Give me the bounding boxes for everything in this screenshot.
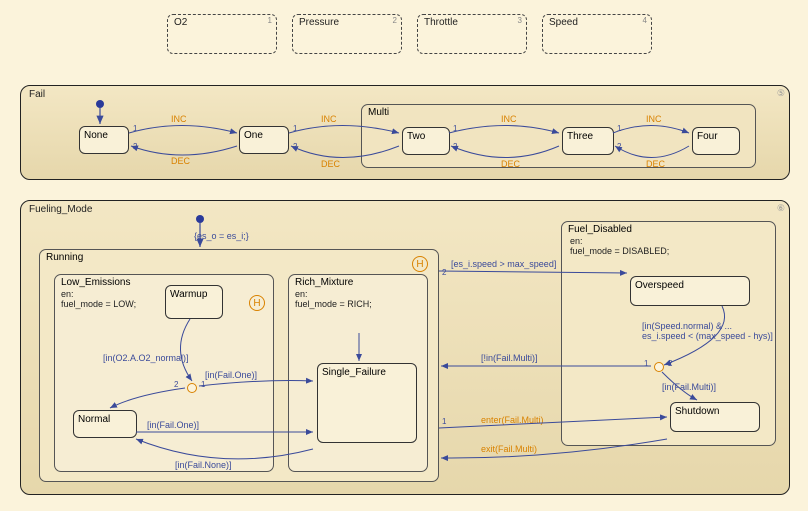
evt-dec: DEC [171,156,190,166]
history-icon: H [412,256,428,272]
ref-box-o2: O2 1 [167,14,277,54]
port: 2 [617,142,621,151]
init-action: {es_o = es_i;} [194,231,249,241]
port: 1 [453,124,457,133]
junction-icon [654,362,664,372]
port: 2 [293,142,297,151]
state-label: Overspeed [635,280,684,291]
fail-title: Fail [29,89,45,100]
state-two: Two [402,127,450,155]
entry-action: fuel_mode = DISABLED; [570,246,669,256]
state-label: None [84,130,108,141]
low-title: Low_Emissions [61,277,130,288]
port: 1 [133,124,137,133]
entry-action: fuel_mode = LOW; [61,299,136,309]
port: 2 [668,359,672,368]
state-shutdown: Shutdown [670,402,760,432]
port: 2 [453,142,457,151]
rich-mixture-container: Rich_Mixture en: fuel_mode = RICH; Singl… [288,274,428,472]
evt-inc: INC [171,114,187,124]
guard-overspeed: [es_i.speed > max_speed] [451,259,556,269]
evt-dec: DEC [646,159,665,169]
state-label: Warmup [170,289,207,300]
fueling-title: Fueling_Mode [29,204,92,215]
disabled-container: Fuel_Disabled en: fuel_mode = DISABLED; … [561,221,776,446]
state-one: One [239,126,289,154]
state-label: Two [407,131,425,142]
state-label: Four [697,131,718,142]
ref-box-pressure: Pressure 2 [292,14,402,54]
ref-idx: 1 [268,16,272,25]
state-label: Single_Failure [322,367,386,378]
guard-fail-one2: [in(Fail.One)] [147,420,199,430]
ref-label: Throttle [424,17,458,28]
running-container: Running H Low_Emissions en: fuel_mode = … [39,249,439,482]
ref-label: O2 [174,17,187,28]
state-three: Three [562,127,614,155]
state-overspeed: Overspeed [630,276,750,306]
evt-inc: INC [501,114,517,124]
history-icon: H [249,295,265,311]
link-icon: ⑥ [777,203,785,214]
link-icon: ⑤ [777,88,785,99]
initial-dot [96,100,104,108]
state-four: Four [692,127,740,155]
evt-enter-multi: enter(Fail.Multi) [481,415,544,425]
fail-container: Fail ⑤ None One Multi Two Three Four INC… [20,85,790,180]
running-title: Running [46,252,83,263]
state-normal: Normal [73,410,137,438]
state-none: None [79,126,129,154]
evt-inc: INC [646,114,662,124]
ref-idx: 4 [643,16,647,25]
entry-en: en: [295,289,308,299]
port: 1 [617,124,621,133]
guard-multi-in: [in(Fail.Multi)] [662,382,716,392]
initial-dot [196,215,204,223]
state-label: Normal [78,414,110,425]
entry-action: fuel_mode = RICH; [295,299,372,309]
rich-title: Rich_Mixture [295,277,353,288]
state-label: Shutdown [675,406,719,417]
multi-container: Multi Two Three Four [361,104,756,168]
port: 2 [174,380,178,389]
evt-inc: INC [321,114,337,124]
state-single-failure: Single_Failure [317,363,417,443]
port: 1 [644,359,648,368]
state-warmup: Warmup [165,285,223,319]
entry-en: en: [570,236,583,246]
guard-not-multi: [!in(Fail.Multi)] [481,353,538,363]
ref-idx: 3 [518,16,522,25]
guard-speed-normal: [in(Speed.normal) & ... es_i.speed < (ma… [642,322,773,342]
low-emissions-container: Low_Emissions en: fuel_mode = LOW; H War… [54,274,274,472]
port: 2 [442,268,446,277]
ref-label: Pressure [299,17,339,28]
evt-exit-multi: exit(Fail.Multi) [481,444,537,454]
ref-idx: 2 [393,16,397,25]
port: 1 [293,124,297,133]
ref-label: Speed [549,17,578,28]
ref-box-speed: Speed 4 [542,14,652,54]
ref-box-throttle: Throttle 3 [417,14,527,54]
evt-dec: DEC [501,159,520,169]
disabled-title: Fuel_Disabled [568,224,632,235]
port: 2 [133,142,137,151]
fueling-container: Fueling_Mode ⑥ {es_o = es_i;} Running H … [20,200,790,495]
guard-o2: [in(O2.A.O2_normal)] [103,353,189,363]
port: 1 [201,380,205,389]
guard-fail-one: [in(Fail.One)] [205,370,257,380]
multi-title: Multi [368,107,389,118]
state-label: One [244,130,263,141]
entry-en: en: [61,289,74,299]
evt-dec: DEC [321,159,340,169]
junction-icon [187,383,197,393]
guard-fail-none: [in(Fail.None)] [175,460,232,470]
port: 1 [442,417,446,426]
state-label: Three [567,131,593,142]
